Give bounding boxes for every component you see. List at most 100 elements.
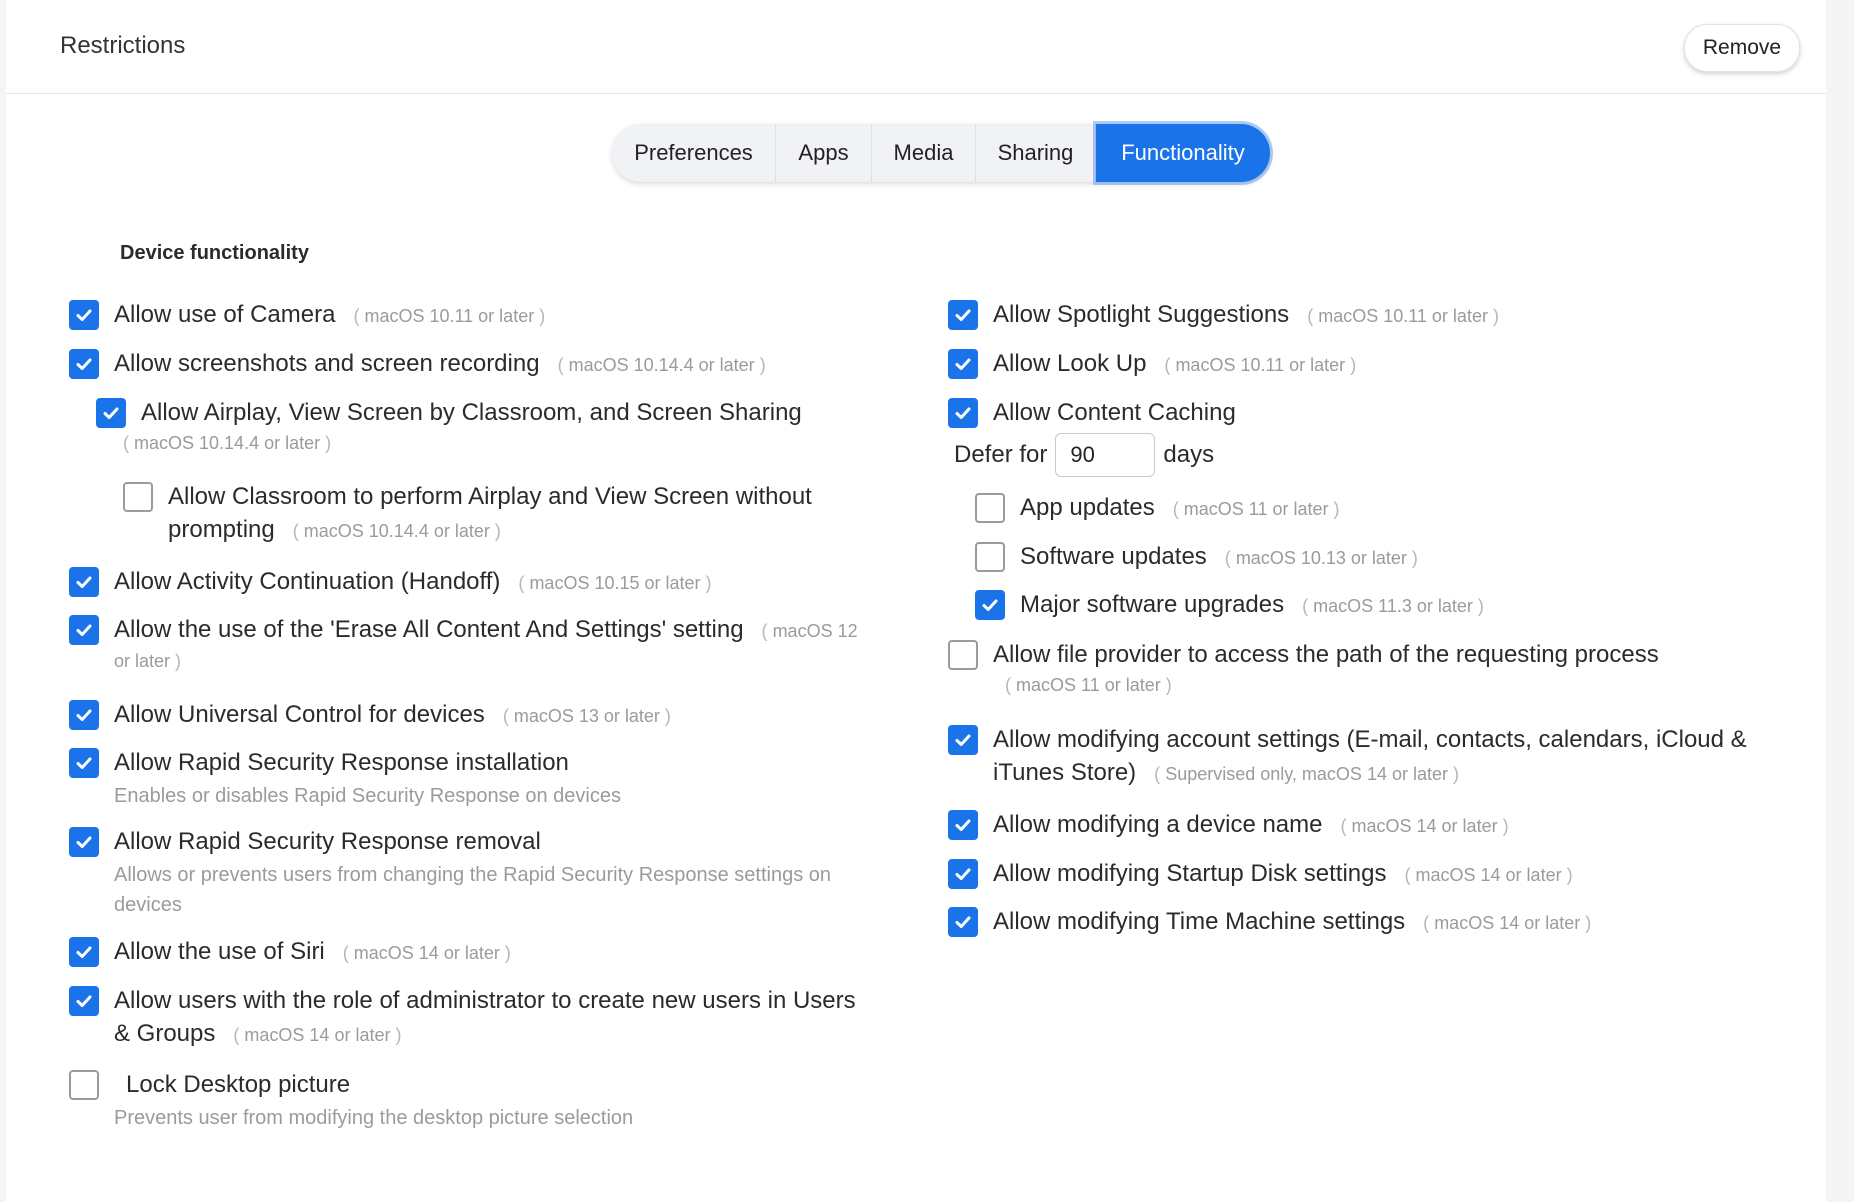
file-provider-checkbox[interactable] <box>948 640 978 670</box>
setting-airplay: Allow Airplay, View Screen by Classroom,… <box>96 398 802 454</box>
checkmark-icon <box>955 916 971 928</box>
requirement-note-cont: or later ) <box>114 651 182 671</box>
setting-erase: Allow the use of the 'Erase All Content … <box>69 615 858 672</box>
setting-handoff: Allow Activity Continuation (Handoff) ( m… <box>69 567 712 601</box>
setting-label: Allow the use of the 'Erase All Content … <box>114 616 744 643</box>
startup-disk-checkbox[interactable] <box>948 859 978 889</box>
card-header: Restrictions Remove <box>6 0 1826 94</box>
universal-control-checkbox[interactable] <box>69 700 99 730</box>
requirement-note: ( macOS 14 or later ) <box>1423 913 1592 933</box>
requirement-note: ( macOS 10.14.4 or later ) <box>292 521 501 541</box>
time-machine-checkbox[interactable] <box>948 907 978 937</box>
checkmark-icon <box>76 946 92 958</box>
checkmark-icon <box>955 358 971 370</box>
setting-spotlight: Allow Spotlight Suggestions ( macOS 10.11… <box>948 300 1499 334</box>
tab-preferences[interactable]: Preferences <box>612 124 776 182</box>
requirement-note: ( macOS 11.3 or later ) <box>1302 596 1484 616</box>
setting-app-updates: App updates ( macOS 11 or later ) <box>975 493 1340 527</box>
tab-apps[interactable]: Apps <box>776 124 872 182</box>
checkmark-icon <box>955 407 971 419</box>
setting-label-cont: & Groups <box>114 1020 216 1047</box>
requirement-note: ( macOS 14 or later ) <box>1340 816 1509 836</box>
spotlight-checkbox[interactable] <box>948 300 978 330</box>
setting-label: Allow Spotlight Suggestions <box>993 301 1290 328</box>
requirement-note: ( macOS 10.14.4 or later ) <box>123 433 332 453</box>
setting-label: Allow Activity Continuation (Handoff) <box>114 568 501 595</box>
siri-checkbox[interactable] <box>69 937 99 967</box>
setting-label: Allow modifying a device name <box>993 811 1323 838</box>
setting-label: Allow Universal Control for devices <box>114 701 485 728</box>
checkmark-icon <box>955 309 971 321</box>
tab-sharing[interactable]: Sharing <box>976 124 1096 182</box>
requirement-note: ( macOS 13 or later ) <box>502 706 671 726</box>
setting-description: Prevents user from modifying the desktop… <box>114 1107 634 1129</box>
checkmark-icon <box>76 709 92 721</box>
setting-admin-users: Allow users with the role of administrat… <box>69 986 856 1053</box>
setting-screenshots: Allow screenshots and screen recording ( … <box>69 349 766 383</box>
content-caching-checkbox[interactable] <box>948 398 978 428</box>
remove-button[interactable]: Remove <box>1684 24 1800 72</box>
lookup-checkbox[interactable] <box>948 349 978 379</box>
setting-universal-control: Allow Universal Control for devices ( mac… <box>69 700 671 734</box>
setting-device-name: Allow modifying a device name ( macOS 14 … <box>948 810 1509 844</box>
defer-prefix: Defer for <box>954 441 1048 468</box>
checkmark-icon <box>955 819 971 831</box>
app-updates-checkbox[interactable] <box>975 493 1005 523</box>
screenshots-checkbox[interactable] <box>69 349 99 379</box>
airplay-checkbox[interactable] <box>96 398 126 428</box>
account-settings-checkbox[interactable] <box>948 725 978 755</box>
checkmark-icon <box>76 836 92 848</box>
setting-rsr-install: Allow Rapid Security Response installati… <box>69 748 621 811</box>
setting-software-updates: Software updates ( macOS 10.13 or later ) <box>975 542 1418 576</box>
tab-functionality[interactable]: Functionality <box>1096 124 1270 182</box>
classroom-checkbox[interactable] <box>123 482 153 512</box>
setting-label: Software updates <box>1020 543 1207 570</box>
page-title: Restrictions <box>60 32 186 59</box>
admin-users-checkbox[interactable] <box>69 986 99 1016</box>
requirement-note: ( macOS 14 or later ) <box>342 943 511 963</box>
tab-media[interactable]: Media <box>872 124 976 182</box>
rsr-install-checkbox[interactable] <box>69 748 99 778</box>
setting-label-cont: iTunes Store) <box>993 759 1137 786</box>
requirement-note: ( macOS 10.11 or later ) <box>353 306 546 326</box>
erase-checkbox[interactable] <box>69 615 99 645</box>
defer-row: Defer for days <box>954 433 1214 477</box>
setting-label: App updates <box>1020 494 1155 521</box>
rsr-removal-checkbox[interactable] <box>69 827 99 857</box>
setting-time-machine: Allow modifying Time Machine settings ( m… <box>948 907 1591 941</box>
defer-suffix: days <box>1163 441 1215 468</box>
section-title: Device functionality <box>120 242 309 264</box>
checkmark-icon <box>76 358 92 370</box>
setting-label: Allow modifying account settings (E-mail… <box>993 726 1747 753</box>
checkmark-icon <box>955 868 971 880</box>
setting-siri: Allow the use of Siri ( macOS 14 or later… <box>69 937 511 971</box>
setting-label: Allow the use of Siri <box>114 938 325 965</box>
setting-content-caching: Allow Content Caching <box>948 398 1236 431</box>
requirement-note: ( macOS 10.15 or later ) <box>518 573 712 593</box>
setting-label: Allow screenshots and screen recording <box>114 350 540 377</box>
setting-label: Allow file provider to access the path o… <box>993 641 1659 668</box>
camera-checkbox[interactable] <box>69 300 99 330</box>
requirement-note: ( macOS 10.11 or later ) <box>1307 306 1499 326</box>
major-upgrades-checkbox[interactable] <box>975 590 1005 620</box>
setting-label: Allow Classroom to perform Airplay and V… <box>168 483 812 510</box>
setting-major-upgrades: Major software upgrades ( macOS 11.3 or l… <box>975 590 1484 624</box>
device-name-checkbox[interactable] <box>948 810 978 840</box>
handoff-checkbox[interactable] <box>69 567 99 597</box>
setting-lock-desktop: Lock Desktop picture Prevents user from … <box>69 1070 633 1133</box>
software-updates-checkbox[interactable] <box>975 542 1005 572</box>
setting-file-provider: Allow file provider to access the path o… <box>948 640 1659 696</box>
setting-label: Allow users with the role of administrat… <box>114 987 856 1014</box>
lock-desktop-checkbox[interactable] <box>69 1070 99 1100</box>
defer-days-input[interactable] <box>1055 433 1156 477</box>
requirement-note: ( macOS 14 or later ) <box>233 1025 402 1045</box>
setting-label: Allow Content Caching <box>993 399 1236 426</box>
setting-label: Allow use of Camera <box>114 301 336 328</box>
requirement-note: ( macOS 10.14.4 or later ) <box>557 355 766 375</box>
setting-account-settings: Allow modifying account settings (E-mail… <box>948 725 1747 792</box>
setting-lookup: Allow Look Up ( macOS 10.11 or later ) <box>948 349 1356 383</box>
setting-description: Allows or prevents users from changing t… <box>114 864 832 886</box>
setting-description-cont: devices <box>114 894 182 916</box>
setting-startup-disk: Allow modifying Startup Disk settings ( m… <box>948 859 1573 893</box>
setting-label: Allow Rapid Security Response removal <box>114 828 541 855</box>
